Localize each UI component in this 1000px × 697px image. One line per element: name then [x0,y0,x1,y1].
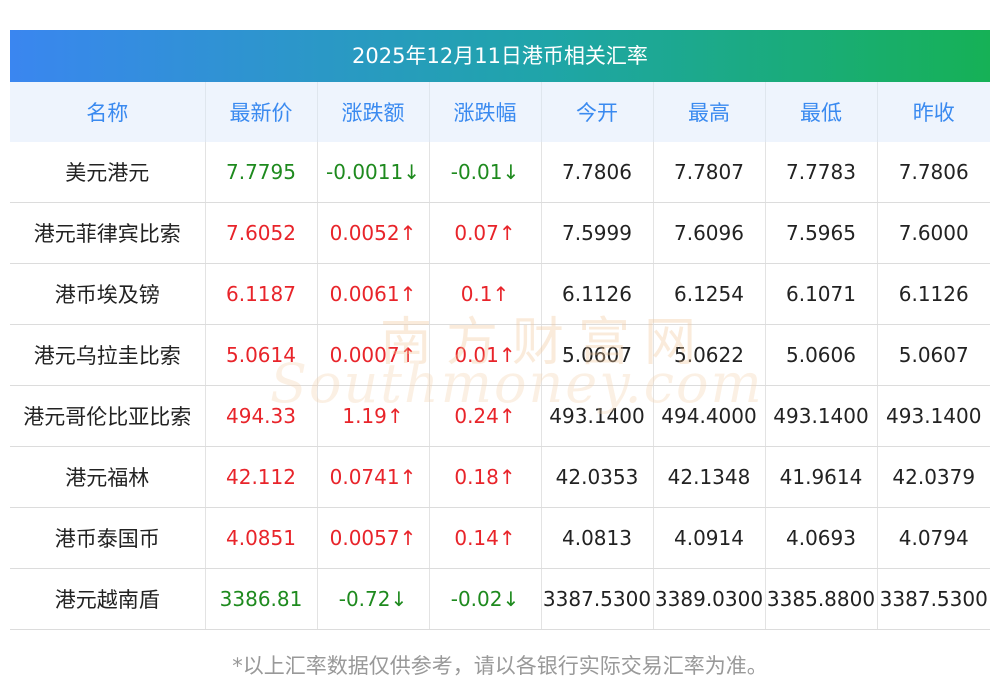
cell-latest: 4.0851 [205,507,318,569]
header-change: 涨跌额 [317,82,430,142]
cell-name: 港元乌拉圭比索 [10,324,206,386]
cell-latest: 494.33 [205,385,318,447]
cell-prev: 4.0794 [877,507,990,569]
cell-high: 5.0622 [653,324,766,386]
header-low: 最低 [765,82,878,142]
cell-pct: -0.01↓ [429,142,542,203]
cell-prev: 7.7806 [877,142,990,203]
table-row: 港元乌拉圭比索 5.0614 0.0007↑ 0.01↑ 5.0607 5.0622 5.0… [10,324,990,386]
cell-name: 港币埃及镑 [10,263,206,325]
cell-change: -0.0011↓ [317,142,430,203]
cell-prev: 493.1400 [877,385,990,447]
rates-table: 名称 最新价 涨跌额 涨跌幅 今开 最高 最低 昨收 美元港元 7.7795 -0.… [10,82,990,630]
cell-high: 7.6096 [653,202,766,264]
cell-latest: 7.6052 [205,202,318,264]
cell-low: 5.0606 [765,324,878,386]
cell-high: 3389.0300 [653,568,766,630]
table-row: 美元港元 7.7795 -0.0011↓ -0.01↓ 7.7806 7.7807 7.77… [10,142,990,203]
cell-pct: -0.02↓ [429,568,542,630]
cell-latest: 42.112 [205,446,318,508]
cell-high: 4.0914 [653,507,766,569]
table-row: 港元菲律宾比索 7.6052 0.0052↑ 0.07↑ 7.5999 7.6096 7.5… [10,202,990,264]
cell-pct: 0.24↑ [429,385,542,447]
cell-low: 41.9614 [765,446,878,508]
cell-pct: 0.07↑ [429,202,542,264]
table-row: 港元福林 42.112 0.0741↑ 0.18↑ 42.0353 42.1348 41.9… [10,446,990,508]
cell-latest: 5.0614 [205,324,318,386]
table-row: 港元越南盾 3386.81 -0.72↓ -0.02↓ 3387.5300 3389.03… [10,568,990,630]
cell-change: -0.72↓ [317,568,430,630]
cell-name: 港币泰国币 [10,507,206,569]
cell-open: 5.0607 [541,324,654,386]
cell-low: 493.1400 [765,385,878,447]
cell-high: 42.1348 [653,446,766,508]
cell-open: 3387.5300 [541,568,654,630]
header-latest: 最新价 [205,82,318,142]
cell-latest: 3386.81 [205,568,318,630]
cell-open: 6.1126 [541,263,654,325]
cell-name: 港元福林 [10,446,206,508]
table-title: 2025年12月11日港币相关汇率 [10,30,990,82]
header-open: 今开 [541,82,654,142]
cell-prev: 3387.5300 [877,568,990,630]
cell-pct: 0.14↑ [429,507,542,569]
cell-open: 42.0353 [541,446,654,508]
cell-pct: 0.18↑ [429,446,542,508]
header-high: 最高 [653,82,766,142]
cell-latest: 7.7795 [205,142,318,203]
header-pct: 涨跌幅 [429,82,542,142]
table-row: 港元哥伦比亚比索 494.33 1.19↑ 0.24↑ 493.1400 494.4000… [10,385,990,447]
cell-change: 0.0007↑ [317,324,430,386]
cell-pct: 0.1↑ [429,263,542,325]
cell-name: 港元菲律宾比索 [10,202,206,264]
cell-change: 0.0052↑ [317,202,430,264]
cell-prev: 5.0607 [877,324,990,386]
header-name: 名称 [10,82,206,142]
footnote: *以上汇率数据仅供参考，请以各银行实际交易汇率为准。 [232,654,768,678]
cell-name: 美元港元 [10,142,206,203]
header-prev: 昨收 [877,82,990,142]
cell-open: 7.5999 [541,202,654,264]
cell-prev: 6.1126 [877,263,990,325]
cell-low: 6.1071 [765,263,878,325]
cell-open: 4.0813 [541,507,654,569]
cell-open: 7.7806 [541,142,654,203]
rates-panel: 2025年12月11日港币相关汇率 名称 最新价 涨跌额 涨跌幅 今开 最高 最… [10,30,990,630]
cell-prev: 42.0379 [877,446,990,508]
cell-prev: 7.6000 [877,202,990,264]
cell-change: 0.0061↑ [317,263,430,325]
table-row: 港币埃及镑 6.1187 0.0061↑ 0.1↑ 6.1126 6.1254 6.1071… [10,263,990,325]
cell-high: 7.7807 [653,142,766,203]
cell-change: 0.0057↑ [317,507,430,569]
cell-change: 0.0741↑ [317,446,430,508]
cell-low: 3385.8800 [765,568,878,630]
cell-low: 7.5965 [765,202,878,264]
cell-pct: 0.01↑ [429,324,542,386]
cell-name: 港元哥伦比亚比索 [10,385,206,447]
cell-latest: 6.1187 [205,263,318,325]
cell-name: 港元越南盾 [10,568,206,630]
header-row: 名称 最新价 涨跌额 涨跌幅 今开 最高 最低 昨收 [10,82,990,142]
cell-high: 6.1254 [653,263,766,325]
table-row: 港币泰国币 4.0851 0.0057↑ 0.14↑ 4.0813 4.0914 4.069… [10,507,990,569]
cell-low: 7.7783 [765,142,878,203]
cell-low: 4.0693 [765,507,878,569]
cell-change: 1.19↑ [317,385,430,447]
cell-open: 493.1400 [541,385,654,447]
cell-high: 494.4000 [653,385,766,447]
